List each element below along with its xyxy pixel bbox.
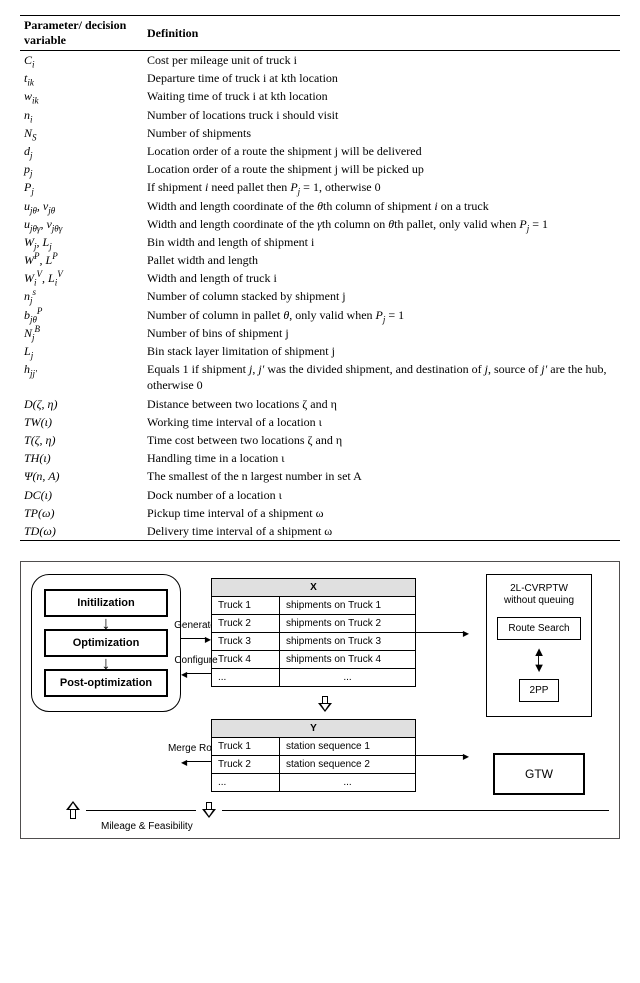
table-row: Ψ(n, A)The smallest of the n largest num… <box>20 467 620 485</box>
gtw-box: GTW <box>493 753 585 795</box>
open-arrow-up-icon <box>66 801 80 819</box>
table-row: DC(ι)Dock number of a location ι <box>20 486 620 504</box>
mileage-label: Mileage & Feasibility <box>101 821 609 832</box>
table-row: ...... <box>212 669 416 687</box>
table-row: NjBNumber of bins of shipment j <box>20 324 620 342</box>
notation-table: Parameter/ decision variable Definition … <box>20 15 620 541</box>
table-row: Truck 2shipments on Truck 2 <box>212 615 416 633</box>
double-arrow-icon: ▲│▼ <box>533 648 546 671</box>
table-row: tikDeparture time of truck i at kth loca… <box>20 69 620 87</box>
table-row: T(ζ, η)Time cost between two locations ζ… <box>20 431 620 449</box>
col-header-param: Parameter/ decision variable <box>20 16 143 51</box>
configure-label: Configure <box>174 655 217 666</box>
table-row: ujθγ, vjθγWidth and length coordinate of… <box>20 215 620 233</box>
y-table: Y Truck 1station sequence 1 Truck 2stati… <box>211 719 416 792</box>
table-row: WiV, LiVWidth and length of truck i <box>20 269 620 287</box>
open-arrow-down-icon <box>202 802 216 818</box>
table-row: PjIf shipment i need pallet then Pj = 1,… <box>20 178 620 196</box>
table-row: hjj′Equals 1 if shipment j, j′ was the d… <box>20 360 620 394</box>
table-row: TW(ι)Working time interval of a location… <box>20 413 620 431</box>
table-row: Truck 1shipments on Truck 1 <box>212 597 416 615</box>
table-row: ...... <box>212 774 416 792</box>
arrow-right-icon <box>463 748 469 763</box>
cvrptw-group: 2L-CVRPTWwithout queuing Route Search ▲│… <box>486 574 591 717</box>
route-search-box: Route Search <box>497 617 580 640</box>
table-row: TP(ω)Pickup time interval of a shipment … <box>20 504 620 522</box>
table-row: Truck 3shipments on Truck 3 <box>212 633 416 651</box>
x-title: X <box>212 579 416 597</box>
stage-group: Initilization ↓ Optimization ↓ Post-opti… <box>31 574 181 712</box>
architecture-figure: Initilization ↓ Optimization ↓ Post-opti… <box>20 561 620 839</box>
twopp-box: 2PP <box>519 679 560 702</box>
table-row: TD(ω)Delivery time interval of a shipmen… <box>20 522 620 541</box>
generate-label: Generate <box>174 620 216 631</box>
table-row: niNumber of locations truck i should vis… <box>20 106 620 124</box>
table-row: bjθPNumber of column in pallet θ, only v… <box>20 306 620 324</box>
table-row: Wj, LjBin width and length of shipment i <box>20 233 620 251</box>
table-row: ujθ, vjθWidth and length coordinate of t… <box>20 197 620 215</box>
table-row: D(ζ, η)Distance between two locations ζ … <box>20 395 620 413</box>
postopt-box: Post-optimization <box>44 669 168 697</box>
table-row: Truck 1station sequence 1 <box>212 738 416 756</box>
table-row: wikWaiting time of truck i at kth locati… <box>20 87 620 105</box>
col-header-def: Definition <box>143 16 620 51</box>
table-row: pjLocation order of a route the shipment… <box>20 160 620 178</box>
x-table: X Truck 1shipments on Truck 1 Truck 2shi… <box>211 578 416 687</box>
arrow-right-icon <box>463 625 469 640</box>
table-row: Truck 4shipments on Truck 4 <box>212 651 416 669</box>
table-row: njsNumber of column stacked by shipment … <box>20 287 620 305</box>
mileage-feedback <box>66 801 609 819</box>
table-row: TH(ι)Handling time in a location ι <box>20 449 620 467</box>
y-title: Y <box>212 720 416 738</box>
table-row: WP, LPPallet width and length <box>20 251 620 269</box>
table-row: Truck 2station sequence 2 <box>212 756 416 774</box>
table-row: LjBin stack layer limitation of shipment… <box>20 342 620 360</box>
table-row: NSNumber of shipments <box>20 124 620 142</box>
table-row: djLocation order of a route the shipment… <box>20 142 620 160</box>
cvrptw-title: 2L-CVRPTWwithout queuing <box>504 583 574 607</box>
table-row: CiCost per mileage unit of truck i <box>20 51 620 70</box>
open-arrow-down-icon <box>318 696 332 712</box>
